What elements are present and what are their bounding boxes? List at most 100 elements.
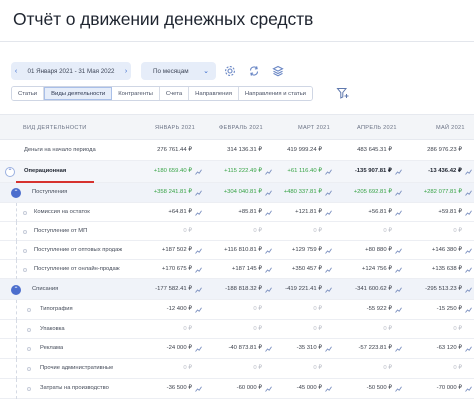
trend-chart-icon[interactable] bbox=[195, 346, 202, 352]
table-header: ВИД ДЕЯТЕЛЬНОСТИ ЯНВАРЬ 2021 ФЕВРАЛЬ 202… bbox=[0, 114, 474, 140]
table-row[interactable]: Поступление от оптовых продаж +187 502 ₽ +… bbox=[0, 241, 474, 260]
trend-chart-icon[interactable] bbox=[395, 210, 402, 216]
page-title: Отчёт о движении денежных средств bbox=[13, 9, 314, 29]
column-header-month[interactable]: ЯНВАРЬ 2021 bbox=[155, 125, 195, 131]
table-row[interactable]: Затраты на производство -36 500 ₽ -60 000 … bbox=[0, 379, 474, 399]
trend-chart-icon[interactable] bbox=[195, 386, 202, 392]
trend-chart-icon[interactable] bbox=[465, 287, 472, 293]
trend-chart-icon[interactable] bbox=[325, 248, 332, 254]
trend-chart-icon[interactable] bbox=[265, 248, 272, 254]
collapse-toggle-icon[interactable]: ⌃ bbox=[11, 188, 21, 198]
trend-chart-icon[interactable] bbox=[265, 190, 272, 196]
trend-chart-icon[interactable] bbox=[195, 248, 202, 254]
trend-chart-icon[interactable] bbox=[325, 386, 332, 392]
column-header-month[interactable]: АПРЕЛЬ 2021 bbox=[357, 125, 397, 131]
table-cell-value: +170 675 ₽ bbox=[161, 266, 192, 272]
trend-chart-icon[interactable] bbox=[465, 248, 472, 254]
table-cell-value: -177 582.41 ₽ bbox=[155, 286, 192, 292]
trend-chart-icon[interactable] bbox=[195, 307, 202, 313]
column-header-activity[interactable]: ВИД ДЕЯТЕЛЬНОСТИ bbox=[23, 125, 87, 131]
table-row[interactable]: Деньги на начало периода 276 761.44 ₽ 314 … bbox=[0, 141, 474, 161]
date-range-text: 01 Января 2021 - 31 Мая 2022 bbox=[27, 67, 115, 75]
trend-chart-icon[interactable] bbox=[195, 287, 202, 293]
trend-chart-icon[interactable] bbox=[465, 190, 472, 196]
trend-chart-icon[interactable] bbox=[195, 267, 202, 273]
tab-activity-types[interactable]: Виды деятельности bbox=[44, 87, 113, 100]
trend-chart-icon[interactable] bbox=[325, 267, 332, 273]
chevron-left-icon[interactable]: ‹ bbox=[11, 68, 21, 75]
trend-chart-icon[interactable] bbox=[395, 248, 402, 254]
date-range-picker[interactable]: ‹ 01 Января 2021 - 31 Мая 2022 › bbox=[11, 62, 131, 80]
trend-chart-icon[interactable] bbox=[395, 346, 402, 352]
tab-accounts[interactable]: Счета bbox=[159, 87, 190, 100]
table-row[interactable]: ⌃ Операционная +180 659.40 ₽ +115 222.49 ₽ +… bbox=[0, 161, 474, 183]
table-row[interactable]: ⌃ Списания -177 582.41 ₽ -188 818.32 ₽ -419 … bbox=[0, 279, 474, 300]
table-cell-value: -45 000 ₽ bbox=[296, 385, 322, 391]
row-label: Реклама bbox=[40, 345, 64, 351]
table-row[interactable]: Упаковка 0 ₽ 0 ₽ 0 ₽ 0 ₽ 0 ₽ bbox=[0, 320, 474, 339]
trend-chart-icon[interactable] bbox=[395, 386, 402, 392]
settings-gear-icon[interactable] bbox=[223, 64, 237, 78]
trend-chart-icon[interactable] bbox=[325, 346, 332, 352]
trend-chart-icon[interactable] bbox=[465, 386, 472, 392]
tab-directions-and-articles[interactable]: Направления и статьи bbox=[238, 87, 312, 100]
trend-chart-icon[interactable] bbox=[325, 210, 332, 216]
tab-counterparties[interactable]: Контрагенты bbox=[112, 87, 160, 100]
trend-chart-icon[interactable] bbox=[195, 210, 202, 216]
table-row[interactable]: Поступление от онлайн-продаж +170 675 ₽ +1… bbox=[0, 260, 474, 279]
trend-chart-icon[interactable] bbox=[265, 169, 272, 175]
tree-guide-line bbox=[16, 320, 17, 339]
tab-directions[interactable]: Направления bbox=[189, 87, 239, 100]
column-header-month[interactable]: МАРТ 2021 bbox=[298, 125, 330, 131]
trend-chart-icon[interactable] bbox=[265, 386, 272, 392]
tree-node-dot bbox=[23, 230, 27, 234]
row-label: Поступления bbox=[32, 189, 68, 195]
trend-chart-icon[interactable] bbox=[465, 169, 472, 175]
filter-icon[interactable] bbox=[336, 87, 350, 100]
trend-chart-icon[interactable] bbox=[265, 346, 272, 352]
table-row[interactable]: Комиссия на остаток +64.81 ₽ +85.81 ₽ +121.… bbox=[0, 203, 474, 222]
trend-chart-icon[interactable] bbox=[265, 210, 272, 216]
collapse-toggle-icon[interactable]: ⌃ bbox=[11, 285, 21, 295]
table-cell-value: 0 ₽ bbox=[253, 306, 262, 312]
refresh-icon[interactable] bbox=[247, 64, 261, 78]
column-header-month[interactable]: ФЕВРАЛЬ 2021 bbox=[219, 125, 263, 131]
layers-icon[interactable] bbox=[271, 64, 285, 78]
trend-chart-icon[interactable] bbox=[195, 169, 202, 175]
tree-guide-line bbox=[16, 203, 17, 222]
collapse-toggle-icon[interactable]: ⌃ bbox=[5, 167, 15, 177]
period-select[interactable]: По месяцам ⌄ bbox=[141, 62, 216, 80]
table-row[interactable]: Реклама -24 000 ₽ -40 873.81 ₽ -35 310 ₽ -57… bbox=[0, 339, 474, 359]
trend-chart-icon[interactable] bbox=[465, 210, 472, 216]
table-row[interactable]: ⌃ Поступления +358 241.81 ₽ +304 040.81 ₽ +4… bbox=[0, 183, 474, 203]
table-cell-value: 0 ₽ bbox=[453, 326, 462, 332]
table-row[interactable]: Прочие административные 0 ₽ 0 ₽ 0 ₽ 0 ₽ 0 ₽ bbox=[0, 359, 474, 379]
tree-guide-line bbox=[16, 300, 17, 320]
trend-chart-icon[interactable] bbox=[325, 287, 332, 293]
table-cell-value: -36 500 ₽ bbox=[166, 385, 192, 391]
table-cell-value: +80 880 ₽ bbox=[365, 247, 392, 253]
column-header-month[interactable]: МАЙ 2021 bbox=[436, 125, 465, 131]
chevron-right-icon[interactable]: › bbox=[121, 68, 131, 75]
table-cell-value: +187 502 ₽ bbox=[161, 247, 192, 253]
trend-chart-icon[interactable] bbox=[395, 267, 402, 273]
trend-chart-icon[interactable] bbox=[195, 190, 202, 196]
table-cell-value: 276 761.44 ₽ bbox=[157, 147, 192, 153]
trend-chart-icon[interactable] bbox=[465, 267, 472, 273]
trend-chart-icon[interactable] bbox=[465, 346, 472, 352]
trend-chart-icon[interactable] bbox=[325, 190, 332, 196]
trend-chart-icon[interactable] bbox=[325, 169, 332, 175]
trend-chart-icon[interactable] bbox=[395, 287, 402, 293]
table-cell-value: +129 759 ₽ bbox=[291, 247, 322, 253]
table-row[interactable]: Типография -12 400 ₽ 0 ₽ 0 ₽ -55 922 ₽ -15 25… bbox=[0, 300, 474, 320]
tree-node-dot bbox=[27, 328, 31, 332]
tab-articles[interactable]: Статьи bbox=[12, 87, 45, 100]
trend-chart-icon[interactable] bbox=[465, 307, 472, 313]
trend-chart-icon[interactable] bbox=[395, 190, 402, 196]
trend-chart-icon[interactable] bbox=[265, 267, 272, 273]
trend-chart-icon[interactable] bbox=[395, 307, 402, 313]
trend-chart-icon[interactable] bbox=[265, 287, 272, 293]
tree-node-dot bbox=[23, 249, 27, 253]
trend-chart-icon[interactable] bbox=[395, 169, 402, 175]
table-row[interactable]: Поступление от МП 0 ₽ 0 ₽ 0 ₽ 0 ₽ 0 ₽ bbox=[0, 222, 474, 241]
